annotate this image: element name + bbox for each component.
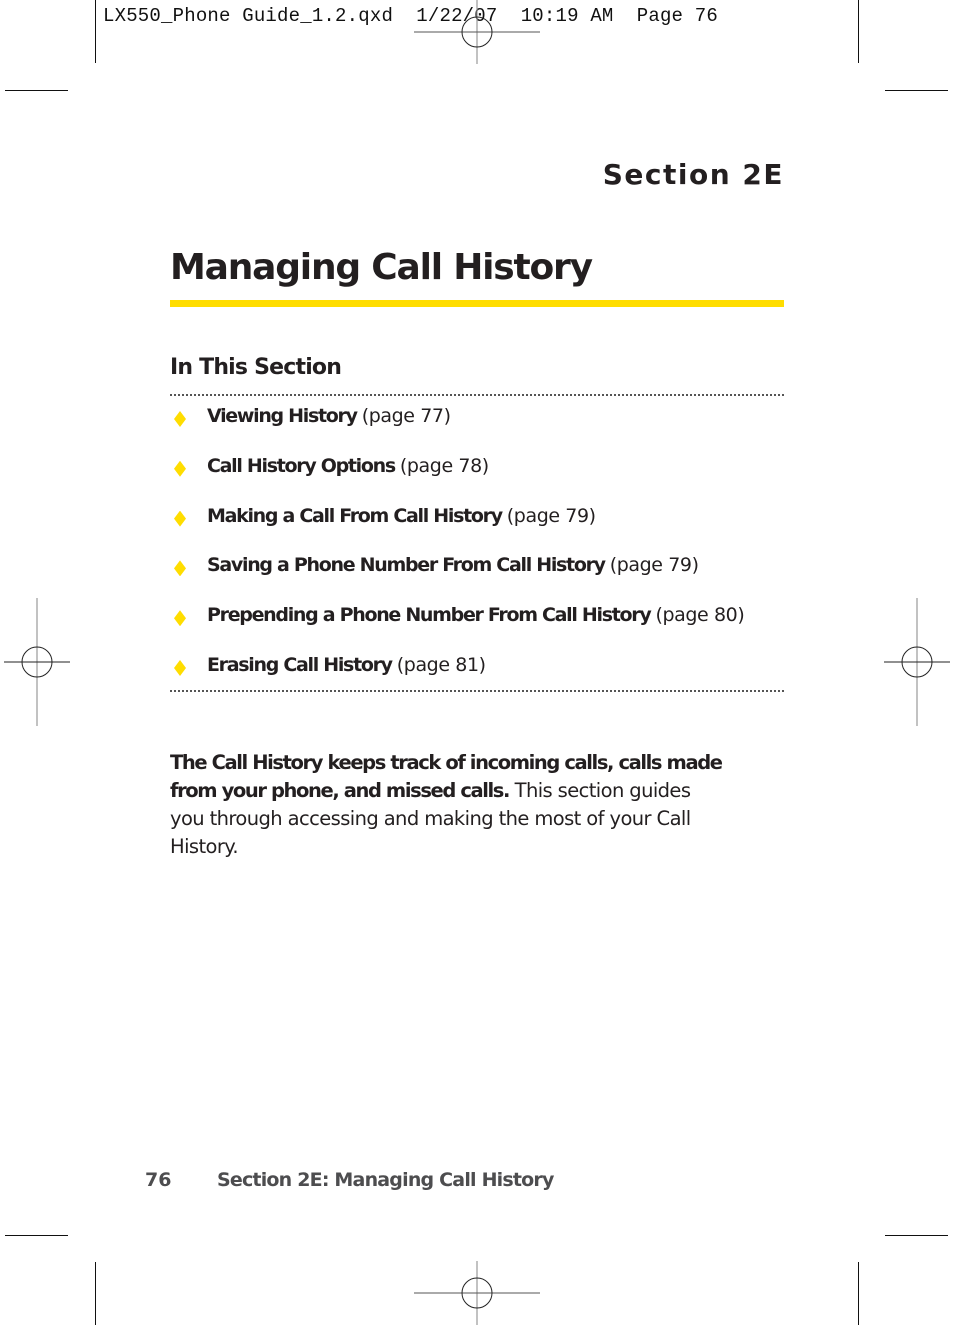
in-this-section-heading: In This Section [170,355,342,380]
item-title: Prepending a Phone Number From Call Hist… [207,604,652,627]
item-title: Viewing History [207,405,358,427]
crop-mark-top-left-v [95,0,96,63]
list-item[interactable]: Erasing Call History (page 81) [170,654,784,704]
slug-page: Page 76 [636,5,718,27]
item-page-ref[interactable]: (page 79) [610,554,699,576]
item-page-ref[interactable]: (page 79) [507,505,596,527]
running-footer-title: Section 2E: Managing Call History [217,1169,554,1191]
page-title: Managing Call History [170,247,593,288]
dotted-divider-top [170,394,784,396]
crop-mark-bottom-right-v [858,1262,859,1325]
intro-paragraph: The Call History keeps track of incoming… [170,749,730,861]
item-title: Making a Call From Call History [207,504,503,527]
item-title: Call History Options [207,454,396,477]
diamond-bullet-icon [174,411,186,427]
item-title: Saving a Phone Number From Call History [207,554,606,577]
page-number: 76 [145,1169,172,1191]
registration-mark-left [4,598,70,726]
item-title: Erasing Call History [207,653,393,676]
section-contents-list: Viewing History (page 77) Call History Op… [170,405,784,704]
crop-mark-bottom-left-v [95,1262,96,1325]
title-underline-bar [170,300,784,307]
diamond-bullet-icon [174,610,186,627]
dotted-divider-bottom [170,690,784,692]
list-item[interactable]: Saving a Phone Number From Call History(… [170,554,784,604]
crop-mark-bottom-left-h [5,1235,68,1236]
item-page-ref[interactable]: (page 77) [362,405,451,427]
crop-mark-bottom-right-h [885,1235,948,1236]
crop-mark-top-right-h [885,90,948,91]
diamond-bullet-icon [174,560,186,577]
list-item[interactable]: Making a Call From Call History (page 79) [170,505,784,555]
list-item[interactable]: Prepending a Phone Number From Call Hist… [170,604,784,654]
print-slug: LX550_Phone Guide_1.2.qxd 1/22/07 10:19 … [103,5,718,27]
registration-mark-bottom [414,1261,540,1325]
item-page-ref[interactable]: (page 80) [655,604,744,626]
list-item[interactable]: Viewing History (page 77) [170,405,784,455]
section-label: Section 2E [602,158,784,191]
item-page-ref[interactable]: (page 78) [400,455,489,477]
registration-mark-right [884,598,950,726]
list-item[interactable]: Call History Options (page 78) [170,455,784,505]
crop-mark-top-right-v [858,0,859,63]
item-page-ref[interactable]: (page 81) [397,654,486,676]
crop-mark-top-left-h [5,90,68,91]
diamond-bullet-icon [174,659,186,676]
diamond-bullet-icon [174,510,186,527]
registration-mark-top [414,0,540,64]
slug-filename: LX550_Phone Guide_1.2.qxd [103,5,394,27]
diamond-bullet-icon [174,460,186,477]
